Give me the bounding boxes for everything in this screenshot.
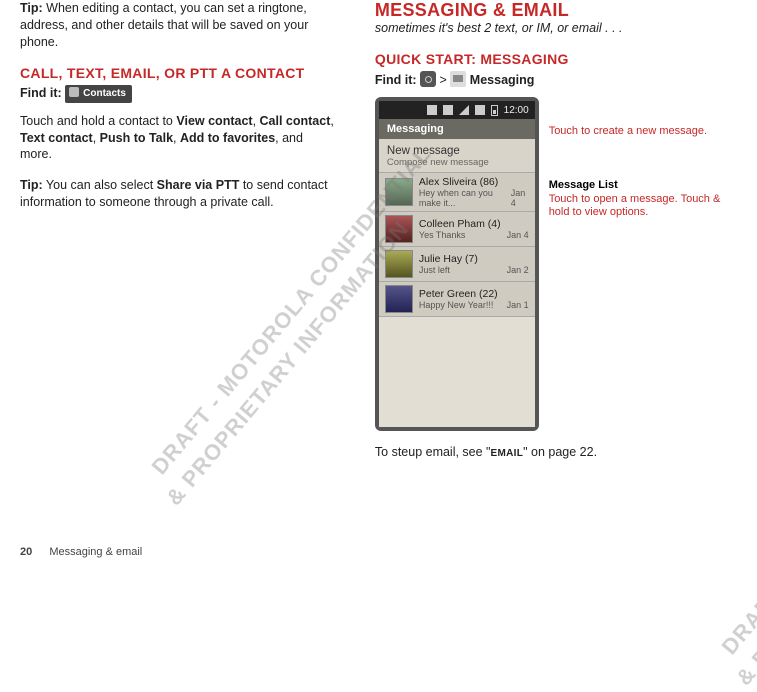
msg-date: Jan 4 [511,188,529,208]
find-it-label-2: Find it: [375,73,417,87]
avatar [385,250,413,278]
messaging-label: Messaging [470,73,535,87]
msg-date: Jan 4 [507,230,529,240]
msg-preview: Happy New Year!!! [419,300,494,310]
closing-paragraph: To steup email, see "EMAIL" on page 22. [375,445,737,459]
footer-section: Messaging & email [49,546,142,558]
avatar [385,285,413,313]
network-icon [475,105,485,115]
msg-name: Peter Green (22) [419,288,529,300]
new-message-title: New message [387,145,527,157]
msg-name: Colleen Pham (4) [419,218,529,230]
page-footer: 20 Messaging & email [20,546,142,558]
message-row[interactable]: Peter Green (22) Happy New Year!!! Jan 1 [379,282,535,317]
message-row[interactable]: Colleen Pham (4) Yes Thanks Jan 4 [379,212,535,247]
phone-mockup: 12:00 Messaging New message Compose new … [375,97,539,431]
messaging-icon [450,71,466,87]
tip-paragraph-2: Tip: You can also select Share via PTT t… [20,177,335,211]
msg-date: Jan 1 [507,300,529,310]
msg-name: Alex Sliveira (86) [419,176,529,188]
find-it-contacts: Find it: Contacts [20,85,335,103]
avatar [385,215,413,243]
gt-sep: > [440,73,447,87]
battery-icon [491,105,498,116]
annotation-message-list: Message List Touch to open a message. To… [549,179,737,220]
find-it-label: Find it: [20,86,62,100]
heading-call-text-email: CALL, TEXT, EMAIL, OR PTT A CONTACT [20,65,335,81]
touch-hold-paragraph: Touch and hold a contact to View contact… [20,113,335,164]
msg-preview: Just left [419,265,450,275]
status-time: 12:00 [504,105,529,116]
status-bar: 12:00 [379,101,535,119]
subtitle-italic: sometimes it's best 2 text, or IM, or em… [375,21,737,35]
new-message-subtitle: Compose new message [387,157,527,168]
message-row[interactable]: Julie Hay (7) Just left Jan 2 [379,247,535,282]
msg-name: Julie Hay (7) [419,253,529,265]
heading-quick-start: QUICK START: MESSAGING [375,51,737,67]
contact-icon [69,87,79,97]
msg-date: Jan 2 [507,265,529,275]
wifi-icon [427,105,437,115]
page-number: 20 [20,546,32,558]
contacts-chip: Contacts [65,85,132,103]
msg-preview: Yes Thanks [419,230,466,240]
avatar [385,178,413,206]
heading-messaging-email: MESSAGING & EMAIL [375,0,737,21]
tip-text-1: When editing a contact, you can set a ri… [20,1,308,49]
empty-list-area [379,317,535,427]
msg-preview: Hey when can you make it... [419,188,511,208]
vibrate-icon [443,105,453,115]
new-message-row[interactable]: New message Compose new message [379,139,535,173]
annotation-new-message: Touch to create a new message. [549,125,737,139]
launcher-icon [420,71,436,87]
tip-paragraph-1: Tip: When editing a contact, you can set… [20,0,335,51]
find-it-messaging: Find it: > Messaging [375,71,737,87]
message-row[interactable]: Alex Sliveira (86) Hey when can you make… [379,173,535,212]
contacts-chip-label: Contacts [83,88,126,99]
signal-icon [459,105,469,115]
app-titlebar: Messaging [379,119,535,139]
tip-label-2: Tip: [20,178,43,192]
tip-label: Tip: [20,1,43,15]
